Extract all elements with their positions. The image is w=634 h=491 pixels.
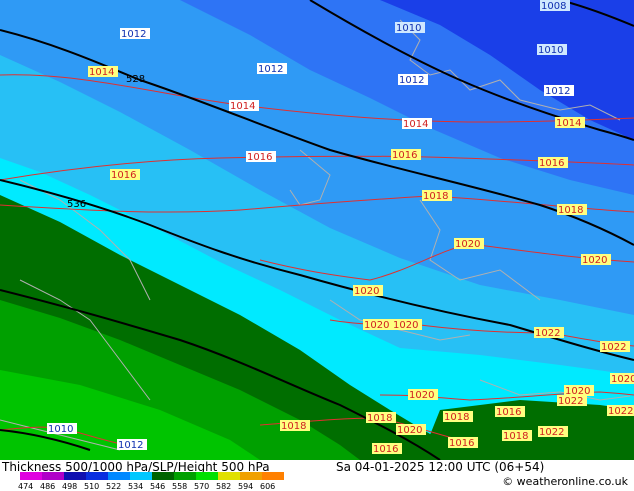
height-label-528: 528 [126,74,145,85]
legend-swatch [20,472,42,480]
pressure-label: 1010 [48,424,73,435]
pressure-label: 1016 [111,170,136,181]
map-footer: Thickness 500/1000 hPa/SLP/Height 500 hP… [0,460,634,491]
legend-swatch [130,472,152,480]
pressure-label: 1016 [449,438,474,449]
pressure-label: 1018 [281,421,306,432]
pressure-label: 1020 [393,320,418,331]
pressure-label: 1008 [541,1,566,12]
pressure-label: 1010 [396,23,421,34]
legend-swatch [218,472,240,480]
legend-swatch [196,472,218,480]
height-label-536: 536 [67,199,86,210]
legend-swatch [64,472,86,480]
pressure-label: 1016 [496,407,521,418]
legend-swatch [108,472,130,480]
pressure-label: 1014 [89,67,114,78]
pressure-label: 1022 [539,427,564,438]
pressure-label: 1012 [399,75,424,86]
pressure-label: 1012 [121,29,146,40]
pressure-label: 1016 [539,158,564,169]
pressure-label: 1022 [601,342,626,353]
pressure-label: 1020 [409,390,434,401]
map-canvas: 528 536 1008 1010 1010 1012 1012 1012 10… [0,0,634,460]
pressure-label: 1014 [556,118,581,129]
legend-swatch [152,472,174,480]
pressure-label: 1014 [403,119,428,130]
pressure-label: 1020 [354,286,379,297]
pressure-label: 1018 [503,431,528,442]
pressure-label: 1020 [611,374,634,385]
legend-swatch [262,472,284,480]
pressure-label: 1018 [367,413,392,424]
pressure-label: 1012 [118,440,143,451]
pressure-label: 1016 [392,150,417,161]
pressure-label: 1014 [230,101,255,112]
pressure-label: 1010 [538,45,563,56]
pressure-label: 1016 [247,152,272,163]
legend-swatch [86,472,108,480]
pressure-label: 1018 [423,191,448,202]
legend-swatch [240,472,262,480]
pressure-label: 1022 [608,406,633,417]
pressure-label: 1022 [535,328,560,339]
pressure-label: 1020 [397,425,422,436]
thickness-legend: 474 486 498 510 522 534 546 558 570 582 594 606 [18,472,284,491]
pressure-label: 1020 [364,320,389,331]
pressure-label: 1022 [558,396,583,407]
pressure-label: 1012 [258,64,283,75]
pressure-label: 1018 [444,412,469,423]
pressure-label: 1012 [545,86,570,97]
pressure-label: 1018 [558,205,583,216]
legend-swatch [42,472,64,480]
credit-link[interactable]: © weatheronline.co.uk [502,475,628,488]
pressure-label: 1020 [455,239,480,250]
pressure-label: 1020 [582,255,607,266]
valid-datetime: Sa 04-01-2025 12:00 UTC (06+54) [336,460,545,474]
pressure-label: 1016 [373,444,398,455]
weather-map: 528 536 1008 1010 1010 1012 1012 1012 10… [0,0,634,460]
legend-swatch [174,472,196,480]
